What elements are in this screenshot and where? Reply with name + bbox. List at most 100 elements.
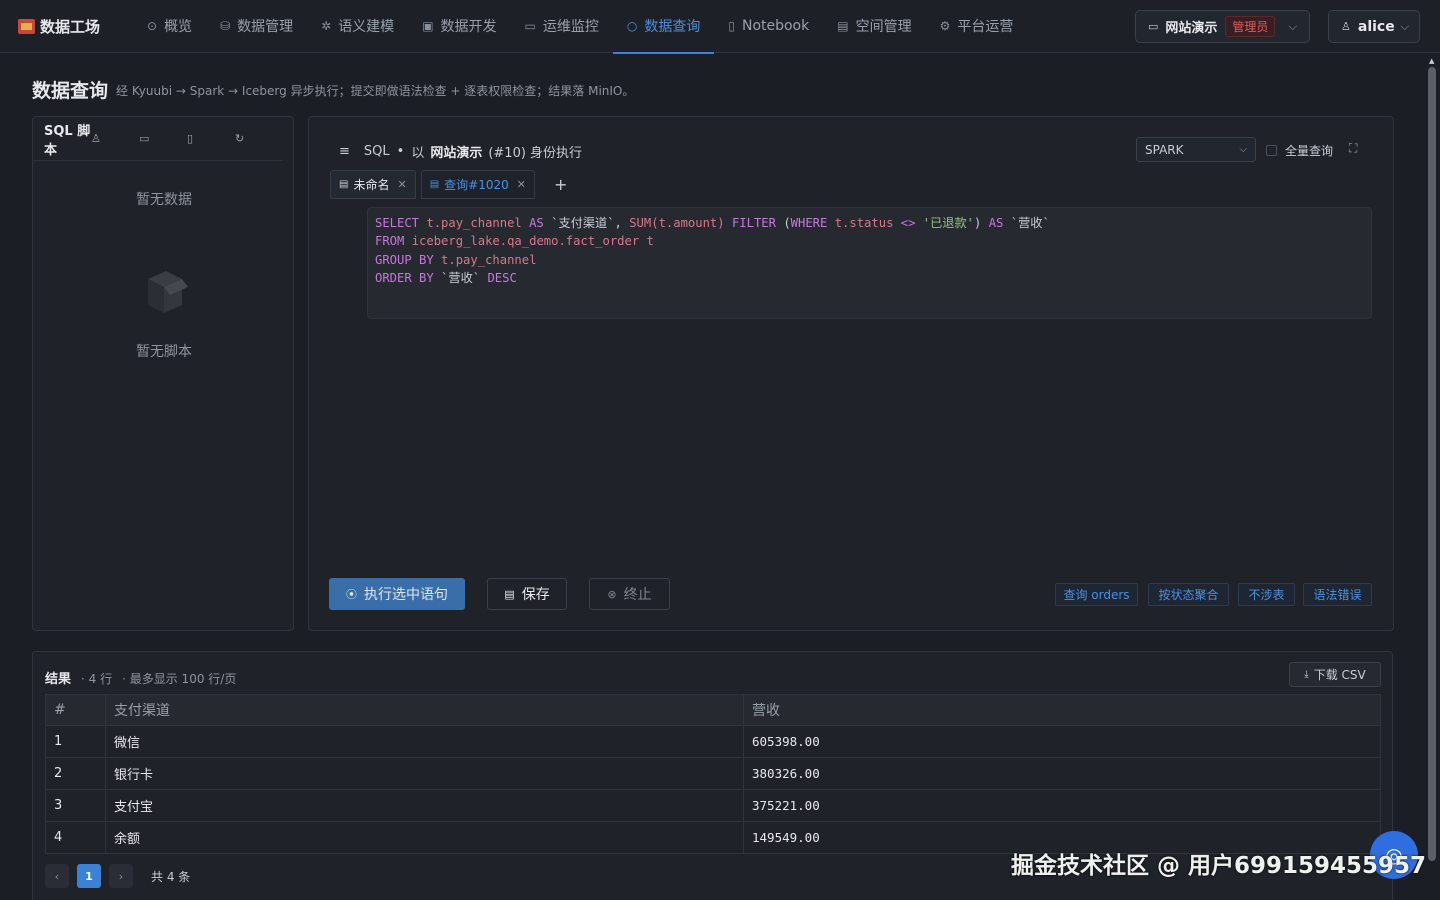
engine-value: SPARK	[1145, 142, 1184, 157]
sql-code-editor[interactable]: SELECT t.pay_channel AS `支付渠道`, SUM(t.am…	[367, 207, 1372, 319]
row-count: · 4 行	[81, 672, 113, 686]
column-header[interactable]: #	[45, 694, 106, 726]
empty-data-text: 暂无数据	[136, 192, 192, 208]
gear-icon: ⚙	[939, 19, 951, 33]
dashboard-icon: ⊙	[147, 19, 158, 33]
nav-ops-monitor[interactable]: ▭ 运维监控	[511, 0, 613, 53]
quick-syntax-error[interactable]: 语法错误	[1303, 583, 1372, 606]
run-selected-button[interactable]: ⦿ 执行选中语句	[329, 578, 465, 610]
file-icon: ▤	[339, 179, 349, 190]
watermark-text: 掘金技术社区 @ 用户6991594559​57	[1011, 853, 1427, 879]
nav-overview[interactable]: ⊙ 概览	[133, 0, 206, 53]
mode-label: SQL	[363, 144, 390, 159]
file-icon[interactable]: ▯	[187, 132, 235, 145]
nav-notebook[interactable]: ▯ Notebook	[714, 0, 823, 53]
nav-data-dev[interactable]: ▣ 数据开发	[408, 0, 510, 53]
chevron-down-icon: ⌵	[1400, 19, 1409, 33]
quick-no-table[interactable]: 不涉表	[1238, 583, 1295, 606]
download-icon: ⤓	[1304, 669, 1309, 680]
main-nav: ⊙ 概览 ⛁ 数据管理 ✲ 语义建模 ▣ 数据开发 ▭ 运维监控 ○ 数据查询 ▯ Noteb…	[133, 0, 1028, 54]
empty-scripts-text: 暂无脚本	[136, 344, 192, 360]
workspace-selector[interactable]: ▭ 网站演示 管理员 ⌵	[1135, 10, 1310, 43]
quick-query-orders[interactable]: 查询 orders	[1055, 583, 1138, 606]
tab-untitled[interactable]: ▤ 未命名 ✕	[330, 170, 416, 199]
scrollbar-thumb[interactable]	[1428, 67, 1436, 861]
separator-dot: •	[396, 144, 405, 159]
column-header[interactable]: 营收	[743, 694, 1381, 726]
save-button[interactable]: ▤ 保存	[487, 578, 567, 610]
code-line: GROUP BY t.pay_channel	[375, 252, 537, 267]
play-circle-icon: ⦿	[346, 588, 357, 601]
factory-icon	[18, 18, 35, 34]
nav-platform-ops[interactable]: ⚙ 平台运营	[926, 0, 1028, 53]
folder-icon[interactable]: ▭	[139, 132, 187, 145]
close-icon[interactable]: ✕	[517, 178, 526, 191]
code-line: FROM iceberg_lake.qa_demo.fact_order t	[375, 234, 654, 249]
menu-icon[interactable]: ≡	[339, 144, 350, 159]
stop-circle-icon: ⊗	[607, 587, 617, 601]
next-page-icon[interactable]: ›	[109, 864, 133, 888]
engine-select[interactable]: SPARK ⌵	[1136, 137, 1256, 162]
nav-data-management[interactable]: ⛁ 数据管理	[206, 0, 307, 53]
building-icon: ▤	[837, 19, 849, 33]
app-logo[interactable]: 数据工场	[18, 16, 128, 37]
page-title: 数据查询	[32, 80, 109, 102]
table-cell: 375221.00	[743, 789, 1381, 822]
user-icon[interactable]: ♙	[91, 132, 139, 145]
full-query-toggle[interactable]: 全量查询	[1266, 142, 1333, 159]
top-navbar: 数据工场 ⊙ 概览 ⛁ 数据管理 ✲ 语义建模 ▣ 数据开发 ▭ 运维监控 ○ 数据查询 ▯…	[0, 0, 1440, 54]
table-cell: 1	[45, 725, 106, 758]
quick-aggregate-by-status[interactable]: 按状态聚合	[1148, 583, 1229, 606]
scripts-header: SQL 脚本 ♙ ▭ ▯ ↻	[33, 117, 283, 161]
stop-button[interactable]: ⊗ 终止	[589, 578, 670, 610]
code-line: SELECT t.pay_channel AS `支付渠道`, SUM(t.am…	[375, 216, 1050, 230]
sparkle-icon: ✲	[321, 19, 332, 33]
nav-data-query[interactable]: ○ 数据查询	[612, 0, 715, 54]
role-badge: 管理员	[1225, 16, 1276, 37]
page-scrollbar[interactable]: ▲ ▼	[1424, 53, 1440, 900]
nav-space-management[interactable]: ▤ 空间管理	[823, 0, 925, 53]
page-number[interactable]: 1	[77, 864, 101, 888]
code-box-icon: ▣	[422, 19, 434, 33]
notebook-icon: ▯	[728, 19, 735, 33]
code-line: ORDER BY `营收` DESC	[375, 270, 517, 285]
folder-icon: ▭	[1148, 20, 1159, 33]
download-csv-button[interactable]: ⤓ 下载 CSV	[1289, 662, 1381, 687]
table-cell: 605398.00	[743, 725, 1381, 758]
prev-page-icon[interactable]: ‹	[45, 864, 69, 888]
scroll-up-icon[interactable]: ▲	[1429, 57, 1434, 65]
database-icon: ⛁	[220, 19, 231, 33]
fullscreen-icon[interactable]: ⛶	[1349, 141, 1357, 156]
user-menu[interactable]: ♙ alice ⌵	[1328, 10, 1420, 43]
table-row: 3 支付宝 375221.00	[45, 789, 1381, 822]
full-query-label: 全量查询	[1285, 144, 1334, 158]
table-cell: 380326.00	[743, 757, 1381, 790]
add-tab-icon[interactable]: +	[554, 175, 567, 194]
workspace-name: 网站演示	[1165, 21, 1218, 36]
search-icon: ○	[626, 19, 638, 33]
tab-query-1020[interactable]: ▤ 查询#1020 ✕	[420, 170, 535, 199]
table-cell: 3	[45, 789, 106, 822]
user-name: alice	[1357, 18, 1395, 35]
exec-as-prefix: 以	[411, 146, 425, 161]
chevron-down-icon: ⌵	[1288, 19, 1297, 33]
results-header: 结果 · 4 行 · 最多显示 100 行/页	[45, 668, 236, 687]
close-icon[interactable]: ✕	[397, 178, 406, 191]
table-cell: 微信	[105, 725, 744, 758]
sql-scripts-panel: SQL 脚本 ♙ ▭ ▯ ↻ 暂无数据 暂无脚本	[32, 116, 294, 631]
refresh-icon[interactable]: ↻	[235, 132, 283, 145]
table-cell: 余额	[105, 821, 744, 854]
column-header[interactable]: 支付渠道	[105, 694, 744, 726]
full-query-checkbox[interactable]	[1266, 145, 1277, 156]
sql-editor-panel: ≡ SQL • 以 网站演示 (#10) 身份执行 SPARK ⌵ 全量查询 ⛶…	[308, 116, 1394, 631]
query-tabs: ▤ 未命名 ✕ ▤ 查询#1020 ✕ +	[330, 170, 567, 199]
save-icon: ▤	[504, 587, 515, 601]
editor-header: ≡ SQL • 以 网站演示 (#10) 身份执行	[339, 142, 582, 161]
chevron-down-icon: ⌵	[1239, 144, 1247, 155]
scripts-title: SQL 脚本	[44, 123, 91, 158]
pagination: ‹ 1 › 共 4 条	[45, 864, 190, 888]
table-cell: 2	[45, 757, 106, 790]
nav-semantic-modeling[interactable]: ✲ 语义建模	[307, 0, 408, 53]
results-title: 结果	[45, 672, 72, 687]
table-row: 2 银行卡 380326.00	[45, 757, 1381, 790]
